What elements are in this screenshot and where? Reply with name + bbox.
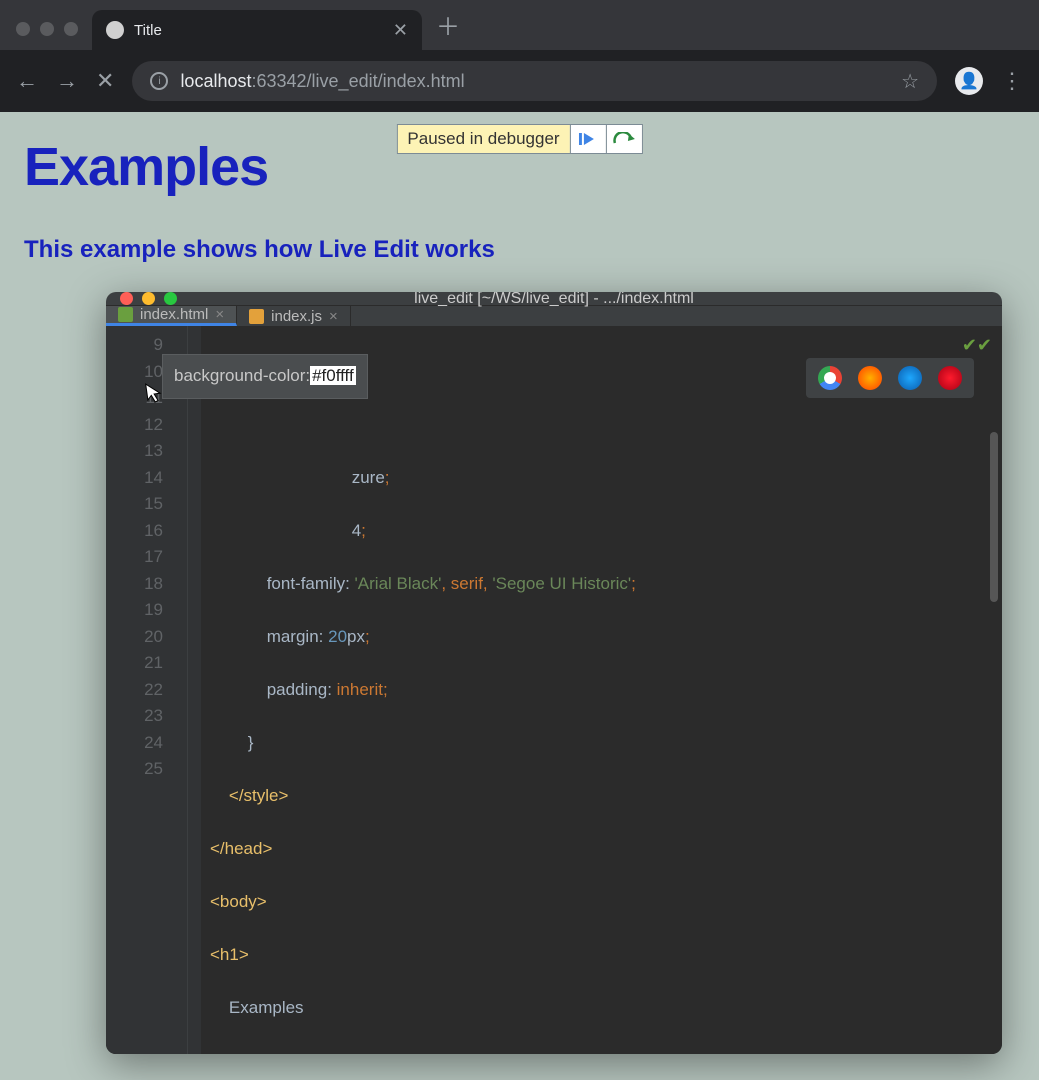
line-number: 24 (106, 730, 163, 757)
step-over-button[interactable] (606, 125, 642, 153)
code-token: 'Segoe UI Historic' (492, 574, 631, 593)
code-token: padding: (267, 680, 337, 699)
line-number: 22 (106, 677, 163, 704)
ide-window: live_edit [~/WS/live_edit] - .../index.h… (106, 292, 1002, 1054)
gutter[interactable]: 9 10 11 12 13 14 15 16 17 18 19 20 21 22… (106, 326, 188, 1054)
open-in-browser-bar (806, 358, 974, 398)
scrollbar-thumb[interactable] (990, 432, 998, 602)
window-traffic-lights (16, 22, 78, 36)
code-token: <h1> (210, 945, 249, 964)
tab-strip: Title ✕ ＋ (0, 0, 1039, 50)
code-token: 4 (352, 521, 361, 540)
page-h2: This example shows how Live Edit works (24, 236, 1015, 264)
code-token: </style> (229, 786, 289, 805)
paused-label: Paused in debugger (397, 125, 569, 153)
line-number: 21 (106, 650, 163, 677)
safari-icon[interactable] (898, 366, 922, 390)
editor-tab-index-js[interactable]: index.js × (237, 306, 351, 326)
firefox-icon[interactable] (858, 366, 882, 390)
traffic-dot (16, 22, 30, 36)
close-dot[interactable] (120, 292, 133, 305)
line-number: 12 (106, 412, 163, 439)
code-token: serif (451, 574, 483, 593)
code-token: , (483, 574, 492, 593)
close-tab-icon[interactable]: ✕ (393, 20, 408, 41)
code-completion-popup[interactable]: background-color:#f0ffff (162, 354, 368, 399)
line-number: 16 (106, 518, 163, 545)
resume-script-button[interactable] (570, 125, 606, 153)
line-number: 25 (106, 756, 163, 783)
url-bar[interactable]: i localhost:63342/live_edit/index.html ☆ (132, 61, 937, 101)
forward-icon[interactable]: → (56, 68, 78, 94)
code-content[interactable]: <style> zure; 4; font-family: 'Arial Bla… (202, 326, 636, 1054)
line-number: 23 (106, 703, 163, 730)
line-number: 17 (106, 544, 163, 571)
line-number: 19 (106, 597, 163, 624)
code-token: Examples (229, 998, 304, 1017)
line-number: 14 (106, 465, 163, 492)
code-token: inherit (337, 680, 383, 699)
url-text: localhost:63342/live_edit/index.html (180, 71, 464, 92)
chrome-icon[interactable] (818, 366, 842, 390)
code-token: ; (383, 680, 388, 699)
traffic-dot (40, 22, 54, 36)
page-content: Paused in debugger Examples This example… (0, 112, 1039, 288)
editor-tab-label: index.js (271, 308, 322, 325)
code-token: 'Arial Black' (355, 574, 442, 593)
new-tab-button[interactable]: ＋ (436, 7, 460, 42)
ide-titlebar[interactable]: live_edit [~/WS/live_edit] - .../index.h… (106, 292, 1002, 305)
mouse-cursor-icon (145, 381, 164, 405)
browser-menu-icon[interactable]: ⋮ (1001, 68, 1023, 94)
code-token: font-family: (267, 574, 355, 593)
zoom-dot[interactable] (164, 292, 177, 305)
line-number: 15 (106, 491, 163, 518)
code-token: ; (631, 574, 636, 593)
close-tab-icon[interactable]: × (215, 306, 224, 323)
line-number: 9 (106, 332, 163, 359)
code-token: , (441, 574, 450, 593)
code-token: <body> (210, 892, 267, 911)
editor-tab-label: index.html (140, 306, 208, 323)
line-number: 20 (106, 624, 163, 651)
opera-icon[interactable] (938, 366, 962, 390)
ide-traffic-lights (120, 292, 177, 305)
tab-title: Title (134, 22, 162, 39)
browser-tab[interactable]: Title ✕ (92, 10, 422, 50)
js-file-icon (249, 309, 264, 324)
back-icon[interactable]: ← (16, 68, 38, 94)
html-file-icon (118, 307, 133, 322)
code-token: 20 (328, 627, 347, 646)
editor-tab-index-html[interactable]: index.html × (106, 306, 237, 326)
hint-label: background-color: (174, 366, 310, 385)
code-token: </head> (210, 839, 272, 858)
hint-value[interactable]: #f0ffff (310, 366, 356, 385)
browser-chrome: Title ✕ ＋ ← → ✕ i localhost:63342/live_e… (0, 0, 1039, 112)
bookmark-star-icon[interactable]: ☆ (901, 69, 919, 94)
site-info-icon[interactable]: i (150, 72, 168, 90)
line-number: 18 (106, 571, 163, 598)
profile-avatar-icon[interactable]: 👤 (955, 67, 983, 95)
editor-tabs: index.html × index.js × (106, 305, 1002, 326)
traffic-dot (64, 22, 78, 36)
code-token: } (248, 733, 254, 752)
editor-area[interactable]: 9 10 11 12 13 14 15 16 17 18 19 20 21 22… (106, 326, 1002, 1054)
paused-in-debugger-bar: Paused in debugger (396, 124, 642, 154)
code-token: zure (352, 468, 385, 487)
favicon-icon (106, 21, 124, 39)
code-token: ; (365, 627, 370, 646)
fold-column[interactable] (188, 326, 202, 1054)
code-token: margin: (267, 627, 328, 646)
code-token: </h1> (210, 1051, 254, 1055)
close-tab-icon[interactable]: × (329, 308, 338, 325)
code-token: px (347, 627, 365, 646)
nav-bar: ← → ✕ i localhost:63342/live_edit/index.… (0, 50, 1039, 112)
vertical-scrollbar[interactable] (988, 332, 1000, 1054)
minimize-dot[interactable] (142, 292, 155, 305)
line-number: 13 (106, 438, 163, 465)
stop-icon[interactable]: ✕ (96, 68, 114, 94)
